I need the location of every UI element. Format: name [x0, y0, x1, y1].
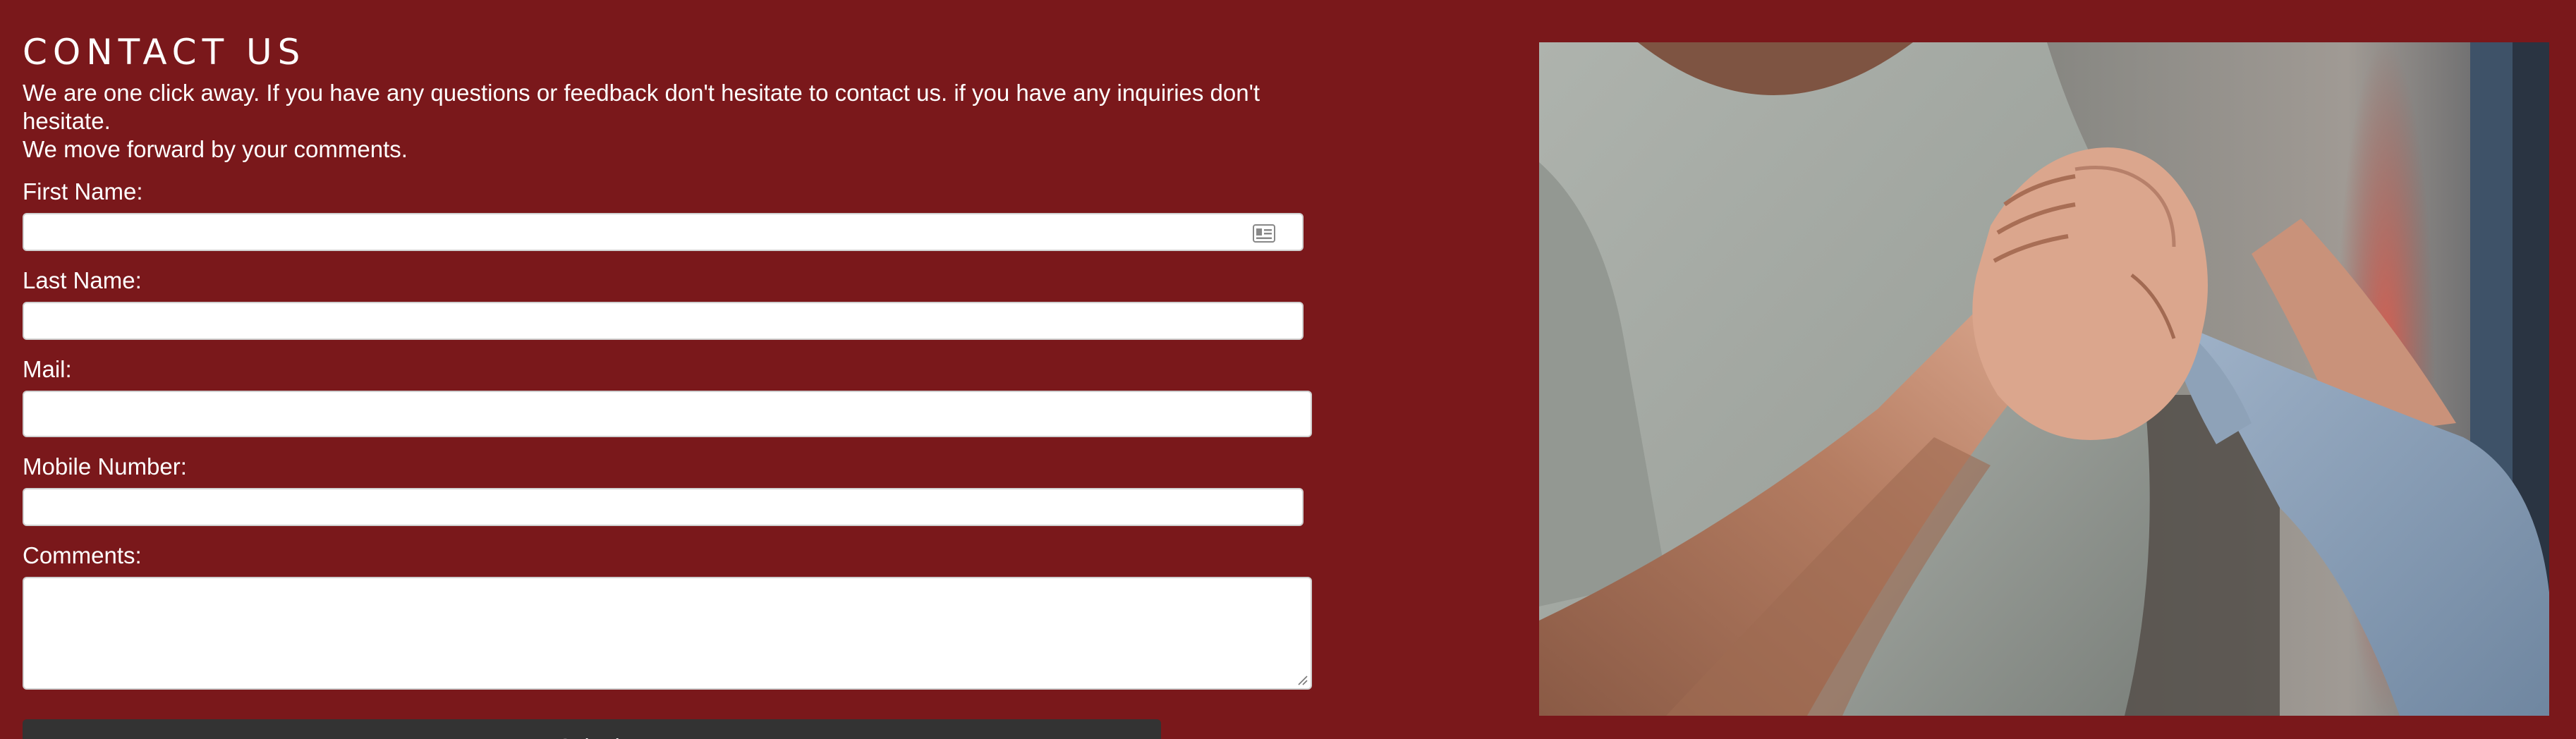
first-name-input[interactable] — [23, 213, 1304, 251]
contact-form: First Name: Last Name: Mail: Mobile Numb… — [23, 178, 1320, 739]
page-title: CONTACT US — [23, 32, 306, 73]
handshake-image — [1539, 42, 2549, 716]
mail-label: Mail: — [23, 356, 72, 382]
resize-grip-icon[interactable] — [1296, 674, 1308, 685]
intro-text: We are one click away. If you have any q… — [23, 79, 1320, 164]
last-name-label: Last Name: — [23, 267, 142, 293]
last-name-input[interactable] — [23, 302, 1304, 340]
intro-line-1: We are one click away. If you have any q… — [23, 80, 1260, 134]
comments-textarea[interactable] — [23, 577, 1312, 690]
contact-card-icon[interactable] — [1253, 224, 1275, 243]
first-name-label: First Name: — [23, 178, 143, 204]
mobile-number-input[interactable] — [23, 488, 1304, 526]
intro-line-2: We move forward by your comments. — [23, 136, 408, 162]
comments-label: Comments: — [23, 542, 142, 568]
handshake-photo — [1539, 42, 2549, 716]
mobile-number-label: Mobile Number: — [23, 453, 187, 480]
mail-input[interactable] — [23, 391, 1312, 437]
submit-button[interactable]: Submit — [23, 719, 1161, 739]
contact-section: CONTACT US We are one click away. If you… — [23, 25, 1320, 739]
